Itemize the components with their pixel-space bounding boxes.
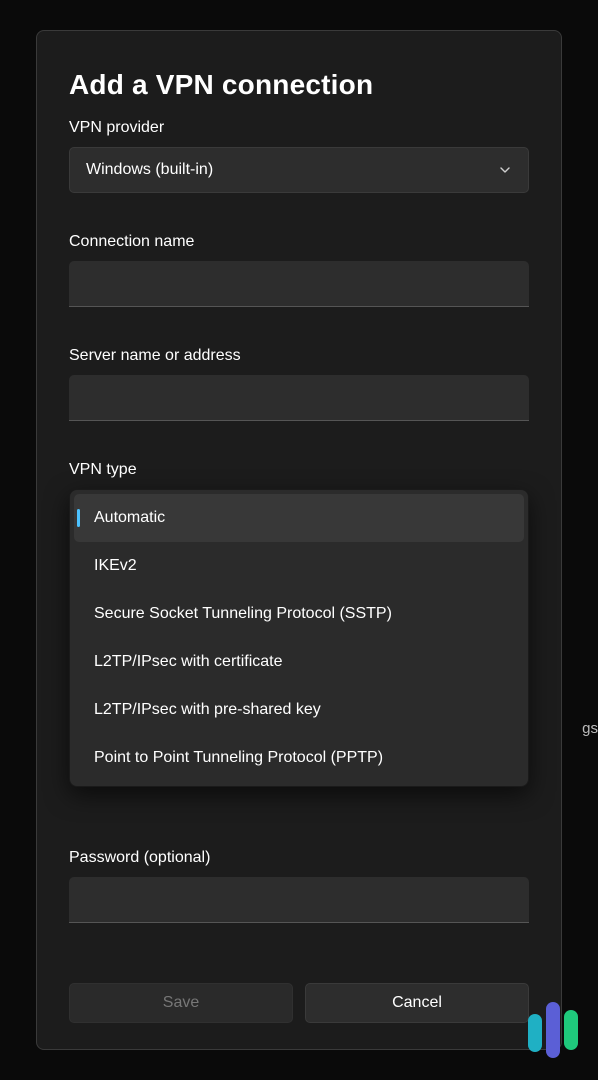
vpn-type-option-automatic[interactable]: Automatic [74, 494, 524, 542]
vpn-type-option-sstp[interactable]: Secure Socket Tunneling Protocol (SSTP) [74, 590, 524, 638]
connection-name-label: Connection name [69, 233, 529, 251]
connection-name-input[interactable] [69, 261, 529, 307]
dialog-title: Add a VPN connection [69, 69, 529, 101]
logo-bar-2 [546, 1002, 560, 1058]
brand-logo [528, 1002, 578, 1058]
dialog-button-row: Save Cancel [69, 983, 529, 1023]
server-address-label: Server name or address [69, 347, 529, 365]
vpn-type-option-l2tp-cert[interactable]: L2TP/IPsec with certificate [74, 638, 524, 686]
vpn-type-dropdown: Automatic IKEv2 Secure Socket Tunneling … [69, 489, 529, 787]
vpn-type-option-l2tp-psk[interactable]: L2TP/IPsec with pre-shared key [74, 686, 524, 734]
server-address-input[interactable] [69, 375, 529, 421]
vpn-type-option-pptp[interactable]: Point to Point Tunneling Protocol (PPTP) [74, 734, 524, 782]
vpn-provider-value: Windows (built-in) [86, 161, 213, 179]
chevron-down-icon [498, 163, 512, 177]
vpn-type-option-ikev2[interactable]: IKEv2 [74, 542, 524, 590]
background-partial-text: gs [582, 720, 598, 737]
password-input[interactable] [69, 877, 529, 923]
password-label: Password (optional) [69, 849, 529, 867]
cancel-button[interactable]: Cancel [305, 983, 529, 1023]
vpn-provider-select[interactable]: Windows (built-in) [69, 147, 529, 193]
vpn-dialog: Add a VPN connection VPN provider Window… [36, 30, 562, 1050]
vpn-provider-label: VPN provider [69, 119, 529, 137]
save-button[interactable]: Save [69, 983, 293, 1023]
vpn-type-label: VPN type [69, 461, 529, 479]
logo-bar-1 [528, 1014, 542, 1052]
logo-bar-3 [564, 1010, 578, 1050]
